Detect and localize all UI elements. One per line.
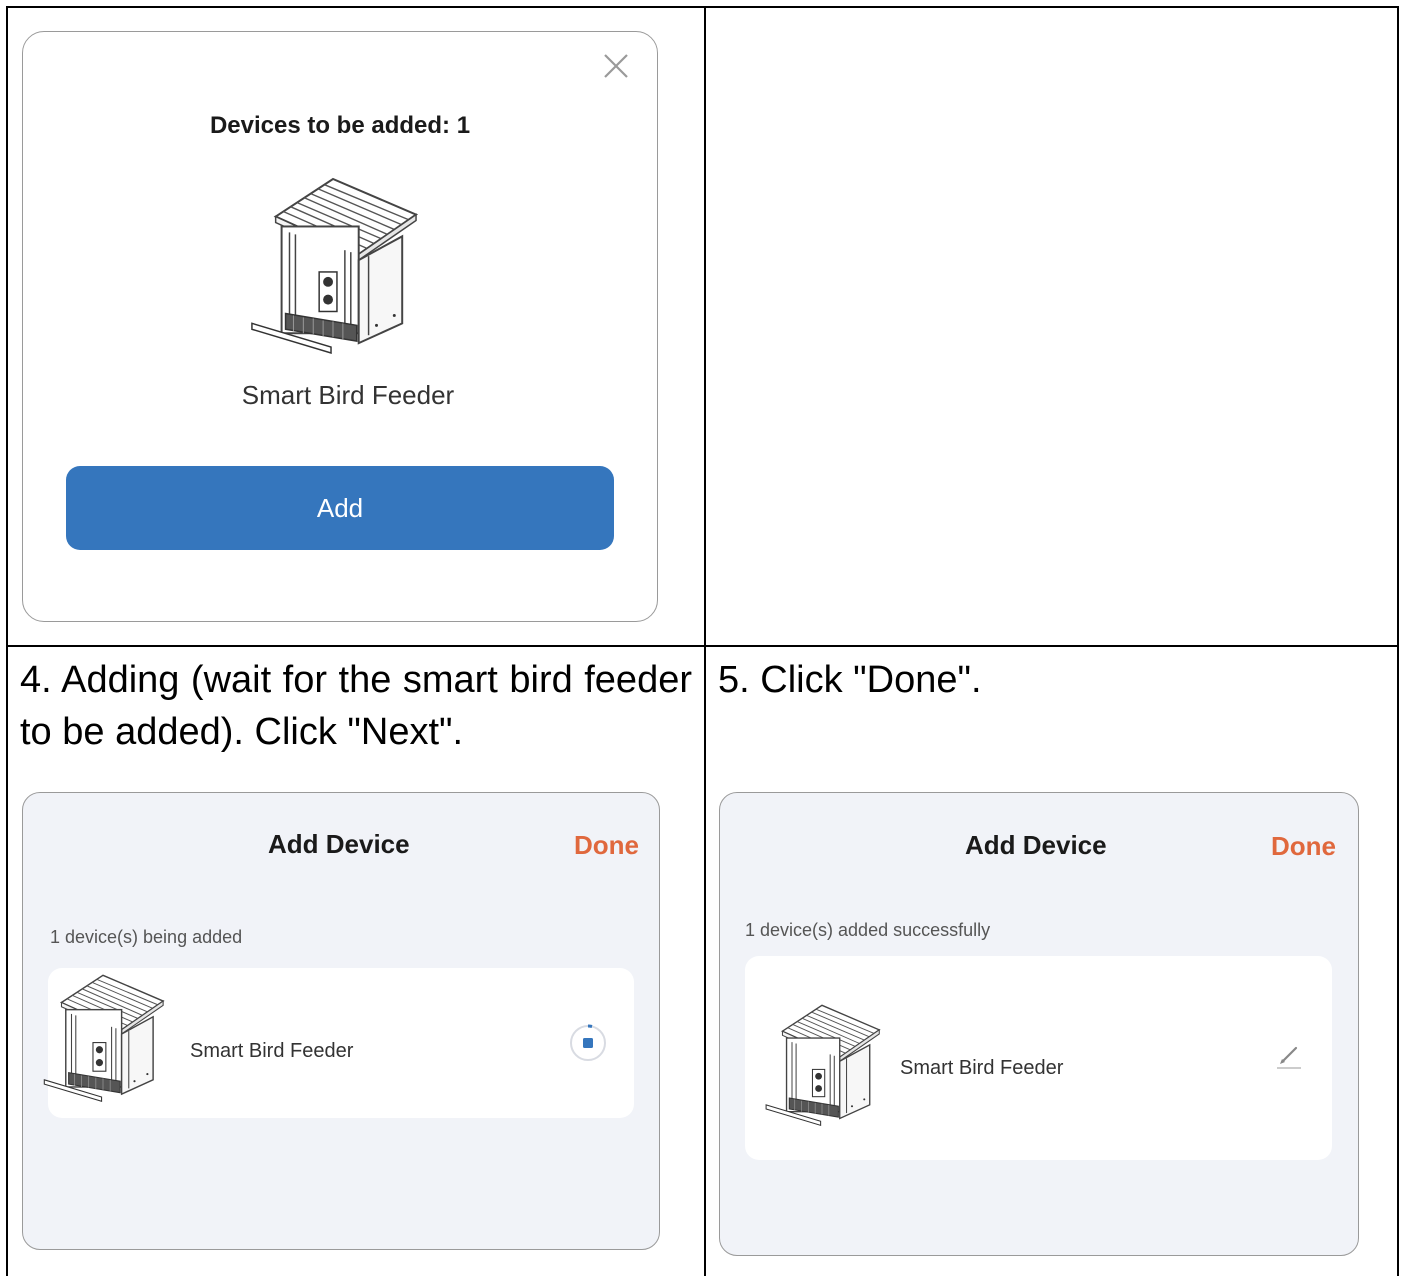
dialog-title: Devices to be added: 1 — [209, 112, 471, 139]
loading-spinner-icon — [570, 1024, 606, 1061]
device-card-name: Smart Bird Feeder — [190, 1040, 354, 1062]
step-4-caption: 4. Adding (wait for the smart bird feede… — [20, 659, 692, 753]
done-button[interactable]: Done — [574, 830, 639, 861]
bird-feeder-image — [250, 178, 418, 354]
screen-title: Add Device — [268, 829, 410, 859]
done-button[interactable]: Done — [1271, 831, 1336, 862]
adding-status-text: 1 device(s) being added — [50, 927, 243, 947]
table-border-left — [6, 6, 8, 1276]
add-button[interactable]: Add — [66, 466, 614, 550]
device-card-name: Smart Bird Feeder — [900, 1057, 1064, 1079]
bird-feeder-thumbnail — [43, 974, 164, 1102]
device-name: Smart Bird Feeder — [241, 380, 455, 410]
table-divider-vertical — [704, 6, 706, 1276]
success-status-text: 1 device(s) added successfully — [745, 920, 991, 940]
table-border-right — [1397, 6, 1399, 1276]
bird-feeder-thumbnail — [765, 1004, 880, 1127]
table-border-top — [6, 6, 1399, 8]
pencil-icon[interactable] — [1274, 1042, 1304, 1072]
screen-title: Add Device — [965, 830, 1107, 860]
step-5-caption: 5. Click "Done". — [718, 659, 982, 701]
table-divider-horizontal — [6, 645, 1399, 647]
close-icon[interactable] — [602, 52, 630, 80]
